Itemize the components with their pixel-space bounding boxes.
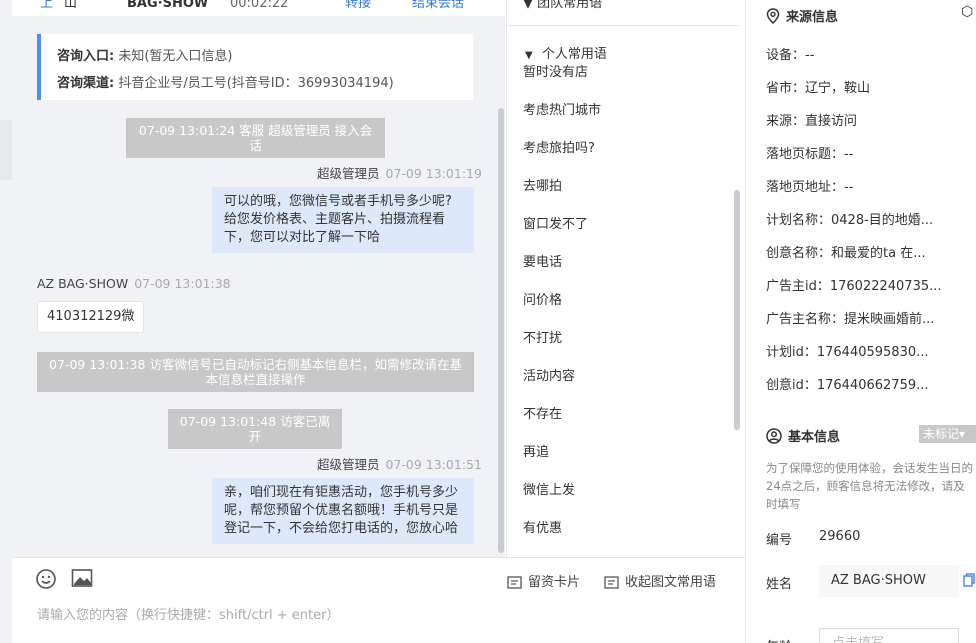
collapse-phrases-button[interactable]: 收起图文常用语: [604, 571, 716, 590]
message-time: 07-09 13:01:51: [385, 457, 482, 472]
phrase-item[interactable]: 有优惠: [523, 517, 562, 536]
source-advertiser-id: 广告主id：176022240735...: [766, 279, 942, 294]
caret-down-icon: ▼: [525, 50, 536, 61]
image-icon[interactable]: [71, 568, 93, 588]
agent-message-bubble: 可以的哦，您微信号或者手机号多少呢?给您发价格表、主题客片、拍摄流程看下，您可以…: [212, 187, 474, 253]
location-icon: [766, 8, 780, 25]
phrase-item[interactable]: 微信上发: [523, 479, 575, 498]
end-session-button[interactable]: 结束会话: [412, 0, 464, 16]
customer-info-panel: 来源信息 ⬡ 设备：-- 省市：辽宁，鞍山 来源：直接访问 落地页标题：-- 落…: [745, 0, 976, 643]
visitor-name: AZ BAG·SHOW: [37, 276, 129, 291]
basic-info-title-text: 基本信息: [788, 430, 841, 445]
source-plan-id: 计划id：176440595830...: [766, 345, 929, 360]
phrase-panel: ▼ 团队常用语 ▼ 个人常用语 暂时没有店 考虑热门城市 考虑旅拍吗? 去哪拍 …: [506, 0, 745, 557]
message-input[interactable]: 请输入您的内容（换行快捷键：shift/ctrl + enter）: [37, 604, 340, 623]
session-timer: 00:02:22: [230, 0, 289, 11]
source-origin: 来源：直接访问: [766, 114, 858, 129]
phrase-divider: [507, 25, 740, 26]
inquiry-entry-value: 未知(暂无入口信息): [118, 49, 233, 64]
agent-message-bubble: 亲，咱们现在有钜惠活动，您手机号多少呢，帮您预留个优惠名额哦！手机号只是登记一下…: [212, 478, 474, 544]
inquiry-channel-value: 抖音企业号/员工号(抖音号ID：36993034194): [118, 76, 394, 91]
message-time: 07-09 13:01:19: [385, 166, 482, 181]
left-strip: [0, 0, 12, 643]
visitor-brand-name: BAG·SHOW: [127, 0, 209, 11]
agent-message-meta: 超级管理员 07-09 13:01:19: [317, 163, 482, 182]
source-landing-title: 落地页标题：--: [766, 147, 854, 162]
agent-name: 超级管理员: [317, 166, 380, 181]
source-advertiser-name: 广告主名称：提米映画婚前...: [766, 312, 935, 327]
name-field[interactable]: AZ BAG·SHOW: [819, 565, 959, 597]
phrase-group-personal-label: 个人常用语: [541, 47, 607, 62]
caret-down-icon: ▼: [523, 0, 538, 11]
inquiry-info-card: 咨询入口: 未知(暂无入口信息) 咨询渠道: 抖音企业号/员工号(抖音号ID：3…: [37, 34, 473, 100]
system-message: 07-09 13:01:48 访客已离开: [168, 409, 342, 449]
system-message: 07-09 13:01:38 访客微信号已自动标记右侧基本信息栏，如需修改请在基…: [37, 352, 474, 392]
phrase-group-team[interactable]: ▼ 团队常用语: [523, 0, 602, 11]
phrase-item[interactable]: 不存在: [523, 403, 562, 422]
system-message: 07-09 13:01:24 客服 超级管理员 接入会话: [126, 118, 385, 158]
user-icon: [766, 428, 782, 444]
collapse-phrases-label: 收起图文常用语: [625, 575, 717, 590]
source-landing-url: 落地页地址：--: [766, 180, 854, 195]
inquiry-channel-label: 咨询渠道:: [57, 76, 115, 91]
inquiry-channel: 咨询渠道: 抖音企业号/员工号(抖音号ID：36993034194): [57, 72, 394, 91]
edit-notice: 为了保障您的使用体验，会话发生当日的24点之后，顾客信息将无法修改，请及时填写: [766, 461, 973, 511]
phrase-group-personal[interactable]: ▼ 个人常用语: [525, 43, 607, 62]
phrase-item[interactable]: 暂时没有店: [523, 61, 588, 80]
message-time: 07-09 13:01:38: [134, 276, 231, 291]
phrase-item[interactable]: 考虑旅拍吗?: [523, 137, 595, 156]
phrase-item[interactable]: 不打扰: [523, 327, 562, 346]
phrase-item[interactable]: 考虑热门城市: [523, 99, 601, 118]
visitor-short-name: 山: [64, 0, 78, 11]
source-device: 设备：--: [766, 48, 815, 63]
agent-name: 超级管理员: [317, 457, 380, 472]
phrase-item[interactable]: 窗口发不了: [523, 213, 588, 232]
phrase-group-team-label: 团队常用语: [537, 0, 603, 11]
lead-card-button[interactable]: 留资卡片: [507, 571, 580, 590]
source-creative-id: 创意id：176440662759...: [766, 378, 929, 393]
basic-info-title: 基本信息: [766, 426, 840, 445]
source-region: 省市：辽宁，鞍山: [766, 81, 871, 96]
visitor-message-meta: AZ BAG·SHOW 07-09 13:01:38: [37, 276, 231, 291]
source-info-title: 来源信息: [766, 6, 838, 25]
inquiry-entry-label: 咨询入口:: [57, 49, 115, 64]
transfer-button[interactable]: 转接: [345, 0, 371, 16]
agent-message-meta: 超级管理员 07-09 13:01:51: [317, 454, 482, 473]
tag-icon[interactable]: ⬡: [961, 4, 973, 20]
inquiry-entry: 咨询入口: 未知(暂无入口信息): [57, 45, 233, 64]
collapse-icon: [604, 576, 619, 589]
chat-scrollbar[interactable]: [498, 108, 504, 553]
back-link[interactable]: 上: [40, 0, 53, 16]
emoji-icon[interactable]: [35, 568, 57, 589]
source-creative-name: 创意名称：和最爱的ta 在...: [766, 246, 926, 261]
phrase-scrollbar[interactable]: [734, 190, 740, 430]
id-label: 编号: [766, 533, 793, 548]
source-info-title-text: 来源信息: [786, 10, 839, 25]
left-strip-mark: [0, 120, 12, 180]
chat-panel: 上 山 BAG·SHOW 00:02:22 转接 结束会话 咨询入口: 未知(暂…: [12, 0, 505, 557]
chat-header: 上 山 BAG·SHOW 00:02:22 转接 结束会话: [12, 0, 505, 16]
id-value: 29660: [819, 529, 861, 544]
age-label: 年龄: [766, 636, 792, 643]
source-plan-name: 计划名称：0428-目的地婚...: [766, 213, 934, 228]
message-input-area: 请输入您的内容（换行快捷键：shift/ctrl + enter） 留资卡片 收…: [12, 557, 745, 643]
phrase-item[interactable]: 再追: [523, 441, 549, 460]
phrase-item[interactable]: 问价格: [523, 289, 562, 308]
age-field[interactable]: 点击填写: [819, 628, 959, 643]
name-label: 姓名: [766, 577, 793, 592]
card-icon: [507, 576, 522, 589]
mark-status-dropdown[interactable]: 未标记▾: [919, 425, 976, 443]
copy-icon[interactable]: [963, 572, 975, 591]
phrase-item[interactable]: 去哪拍: [523, 175, 562, 194]
phrase-item[interactable]: 活动内容: [523, 365, 575, 384]
app-root: 上 山 BAG·SHOW 00:02:22 转接 结束会话 咨询入口: 未知(暂…: [0, 0, 976, 643]
lead-card-label: 留资卡片: [528, 575, 581, 590]
visitor-message-bubble: 410312129微: [37, 301, 145, 333]
phrase-item[interactable]: 要电话: [523, 251, 562, 270]
